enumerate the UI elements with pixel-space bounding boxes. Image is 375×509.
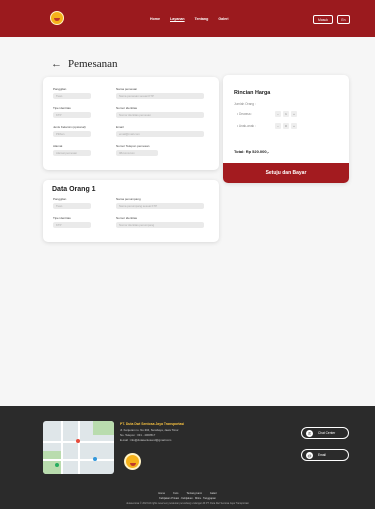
language-button[interactable]: En bbox=[337, 15, 350, 24]
price-summary-card: Rincian Harga Jumlah Orang : • Dewasa : … bbox=[223, 75, 349, 183]
at-sign-icon: @ bbox=[306, 451, 313, 459]
nav-home[interactable]: Home bbox=[150, 17, 160, 21]
passenger-card: Data Orang 1 Panggilan Tuan Nama penumpa… bbox=[43, 180, 219, 242]
plus-button[interactable]: + bbox=[291, 111, 297, 117]
footer-link-home[interactable]: Home bbox=[158, 492, 165, 495]
field-nomor-identitas-penumpang: Nomor identitas Nomor identitas penumpan… bbox=[116, 216, 204, 228]
nav-galeri[interactable]: Galeri bbox=[218, 17, 228, 21]
top-header: Home Layanan Tentang Galeri Masuk En bbox=[0, 0, 375, 37]
map-pin-icon bbox=[76, 439, 80, 443]
footer-link-kurs[interactable]: Kurs bbox=[173, 492, 178, 495]
map-pin-icon bbox=[93, 457, 97, 461]
count-label: Jumlah Orang : bbox=[234, 102, 256, 106]
passenger-id-type-select[interactable]: KTP bbox=[53, 222, 91, 228]
booking-form-card: Panggilan Tuan Nama pemesan Nama pemesan… bbox=[43, 77, 219, 170]
address-input[interactable]: Alamat pemesan bbox=[53, 150, 91, 156]
page-title: Pemesanan bbox=[68, 58, 118, 70]
email-input[interactable]: email@mail.com bbox=[116, 131, 204, 137]
company-phone: No. Telepon : 031 - 4000517 bbox=[120, 433, 156, 437]
nav-tentang[interactable]: Tentang bbox=[195, 17, 209, 21]
location-map[interactable] bbox=[43, 421, 114, 474]
field-panggilan-penumpang: Panggilan Tuan bbox=[53, 197, 91, 209]
field-label: Nama pemesan bbox=[116, 87, 138, 91]
email-button[interactable]: @ Email bbox=[301, 449, 349, 461]
footer-link-galeri[interactable]: Galeri bbox=[210, 492, 217, 495]
id-type-select[interactable]: KTP bbox=[53, 112, 91, 118]
id-number-input[interactable]: Nomor identitas pemesan bbox=[116, 112, 204, 118]
footer-links: Home Kurs Tentang kami Galeri bbox=[0, 492, 375, 495]
company-name: PT. Duta Dwi Sentosa Jaya Transportasi bbox=[120, 422, 185, 426]
copyright: dutasentosa © 2023 All rights reserved, … bbox=[126, 502, 249, 505]
price-total: Total: Rp 520.000,- bbox=[234, 149, 270, 154]
gender-select[interactable]: Pilihan bbox=[53, 131, 91, 137]
main-nav: Home Layanan Tentang Galeri bbox=[150, 17, 229, 21]
footer-policy-links[interactable]: Kebijakan Privasi · Kebijakan · Mitra · … bbox=[0, 497, 375, 500]
field-label: Jenis Kelamin (opsional) bbox=[53, 125, 86, 129]
plus-button[interactable]: + bbox=[291, 123, 297, 129]
adult-label: • Dewasa : bbox=[237, 112, 253, 116]
field-alamat: Alamat Alamat pemesan bbox=[53, 144, 91, 156]
adult-count: 1 bbox=[283, 111, 289, 117]
field-label: Nomor identitas bbox=[116, 106, 138, 110]
minus-button[interactable]: − bbox=[275, 123, 281, 129]
child-label: • Anak-anak : bbox=[237, 124, 256, 128]
passenger-name-input[interactable]: Nama penumpang sesuai KTP bbox=[116, 203, 204, 209]
passenger-title: Data Orang 1 bbox=[52, 186, 96, 193]
field-nama-pemesan: Nama pemesan Nama pemesan sesuai KTP bbox=[116, 87, 204, 99]
field-label: Panggilan bbox=[53, 197, 67, 201]
login-button[interactable]: Masuk bbox=[313, 15, 333, 24]
child-count: 0 bbox=[283, 123, 289, 129]
minus-button[interactable]: − bbox=[275, 111, 281, 117]
passenger-title-select[interactable]: Tuan bbox=[53, 203, 91, 209]
price-title: Rincian Harga bbox=[234, 90, 271, 96]
field-telepon: Nomor Telepon pemesan 08xxxxxxxxx bbox=[116, 144, 158, 156]
field-label: Nomor identitas bbox=[116, 216, 138, 220]
arrow-left-icon[interactable]: ← bbox=[51, 58, 62, 70]
nav-layanan[interactable]: Layanan bbox=[170, 17, 185, 21]
email-label: Email bbox=[318, 453, 326, 457]
chat-center-label: Chat Center bbox=[318, 431, 336, 435]
field-nama-penumpang: Nama penumpang Nama penumpang sesuai KTP bbox=[116, 197, 204, 209]
name-input[interactable]: Nama pemesan sesuai KTP bbox=[116, 93, 204, 99]
map-pin-icon bbox=[55, 463, 59, 467]
field-label: Alamat bbox=[53, 144, 63, 148]
passenger-id-number-input[interactable]: Nomor identitas penumpang bbox=[116, 222, 204, 228]
phone-input[interactable]: 08xxxxxxxxx bbox=[116, 150, 158, 156]
field-label: Nama penumpang bbox=[116, 197, 141, 201]
footer: PT. Duta Dwi Sentosa Jaya Transportasi J… bbox=[0, 406, 375, 509]
field-panggilan: Panggilan Tuan bbox=[53, 87, 91, 99]
company-email: E-mail : info@dutasentosa.id@gmail.com bbox=[120, 438, 172, 442]
footer-logo-icon bbox=[124, 453, 141, 470]
field-label: Nomor Telepon pemesan bbox=[116, 144, 150, 148]
field-label: Panggilan bbox=[53, 87, 67, 91]
field-email: Email email@mail.com bbox=[116, 125, 204, 137]
field-label: Email bbox=[116, 125, 124, 129]
footer-link-tentang[interactable]: Tentang kami bbox=[186, 492, 201, 495]
whatsapp-icon: ✆ bbox=[306, 429, 313, 437]
field-nomor-identitas: Nomor identitas Nomor identitas pemesan bbox=[116, 106, 204, 118]
title-select[interactable]: Tuan bbox=[53, 93, 91, 99]
adult-stepper: − 1 + bbox=[275, 111, 297, 117]
chat-center-button[interactable]: ✆ Chat Center bbox=[301, 427, 349, 439]
field-label: Tipe identitas bbox=[53, 106, 71, 110]
logo-icon[interactable] bbox=[50, 11, 64, 25]
page: Home Layanan Tentang Galeri Masuk En ← P… bbox=[0, 0, 375, 509]
pay-button[interactable]: Setuju dan Bayar bbox=[223, 163, 349, 183]
field-jenis-kelamin: Jenis Kelamin (opsional) Pilihan bbox=[53, 125, 91, 137]
child-stepper: − 0 + bbox=[275, 123, 297, 129]
field-tipe-identitas-penumpang: Tipe identitas KTP bbox=[53, 216, 91, 228]
company-address: Jl. Kenjeran no. No.304, Surabaya, Jawa … bbox=[120, 428, 179, 432]
field-tipe-identitas: Tipe identitas KTP bbox=[53, 106, 91, 118]
field-label: Tipe identitas bbox=[53, 216, 71, 220]
